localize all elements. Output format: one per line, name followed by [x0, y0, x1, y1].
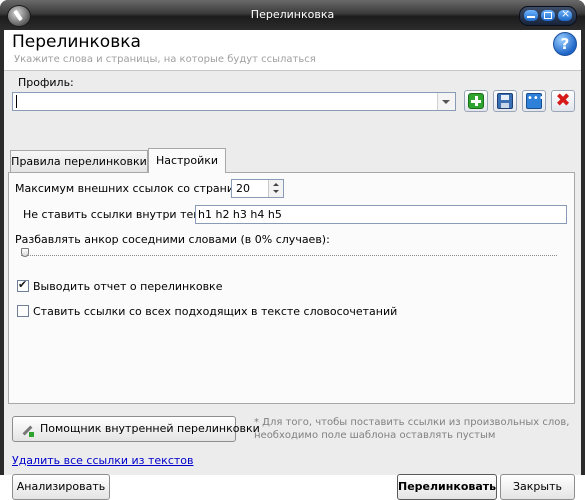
no-links-tags-label: Не ставить ссылки внутри тегов: [23, 208, 216, 221]
settings-panel: Максимум внешних ссылок со страницы: 20 … [8, 172, 575, 404]
ellipsis-icon: ••• [526, 93, 545, 109]
plus-icon [468, 93, 484, 109]
max-links-label: Максимум внешних ссылок со страницы: [15, 182, 254, 195]
profile-combobox[interactable] [12, 92, 456, 111]
dilute-slider-thumb[interactable] [21, 248, 29, 257]
template-note: * Для того, чтобы поставить ссылки из пр… [254, 417, 570, 441]
delete-x-icon: ✖ [555, 90, 571, 111]
dialog-header: Перелинковка Укажите слова и страницы, н… [4, 30, 581, 70]
dilute-anchor-label: Разбавлять анкор соседними словами (в 0%… [15, 233, 330, 246]
save-profile-button[interactable] [493, 90, 517, 112]
all-phrases-checkbox[interactable] [17, 305, 29, 317]
all-phrases-label: Ставить ссылки со всех подходящих в текс… [33, 305, 398, 318]
report-checkbox[interactable] [17, 278, 29, 292]
linking-assistant-button[interactable]: Помощник внутренней перелинковки [12, 416, 260, 442]
no-links-tags-input[interactable]: h1 h2 h3 h4 h5 [195, 205, 567, 224]
text-caret [16, 95, 17, 108]
window-controls [519, 6, 577, 26]
add-profile-button[interactable] [464, 90, 488, 112]
arrow-up-icon[interactable] [273, 183, 279, 186]
arrow-down-icon[interactable] [273, 190, 279, 193]
magic-wand-icon [21, 424, 34, 437]
window: Перелинковка Перелинковка Укажите слова … [0, 0, 585, 500]
dialog-client: Перелинковка Укажите слова и страницы, н… [4, 30, 581, 500]
stepper-arrows[interactable] [268, 180, 283, 197]
page-subtitle: Укажите слова и страницы, на которые буд… [14, 54, 316, 65]
close-button[interactable]: Закрыть [500, 474, 575, 500]
window-title: Перелинковка [250, 8, 335, 21]
linking-assistant-label: Помощник внутренней перелинковки [40, 422, 260, 435]
dialog-body: Профиль: ••• ✖ Правила перелинковки Наст… [4, 70, 581, 500]
minimize-icon[interactable] [524, 10, 538, 21]
tab-linking-rules[interactable]: Правила перелинковки [10, 150, 148, 172]
title-bar[interactable]: Перелинковка [0, 0, 585, 30]
profile-label: Профиль: [18, 76, 74, 89]
close-window-icon[interactable] [558, 7, 572, 21]
analyze-button[interactable]: Анализировать [12, 474, 110, 500]
profile-options-button[interactable]: ••• [522, 90, 546, 112]
report-label: Выводить отчет о перелинковке [33, 280, 223, 293]
tab-settings[interactable]: Настройки [148, 148, 226, 173]
divider [4, 70, 581, 71]
chevron-down-icon[interactable] [437, 93, 455, 110]
max-links-value: 20 [236, 182, 250, 195]
help-icon[interactable]: ? [553, 32, 577, 56]
page-title: Перелинковка [12, 32, 141, 52]
link-button[interactable]: Перелинковать [397, 474, 497, 500]
dilute-slider-track[interactable] [21, 255, 557, 257]
maximize-icon[interactable] [541, 10, 555, 21]
floppy-disk-icon [497, 93, 513, 109]
max-links-stepper[interactable]: 20 [231, 179, 284, 198]
delete-all-links-link[interactable]: Удалить все ссылки из текстов [12, 454, 194, 467]
delete-profile-button[interactable]: ✖ [551, 90, 575, 112]
